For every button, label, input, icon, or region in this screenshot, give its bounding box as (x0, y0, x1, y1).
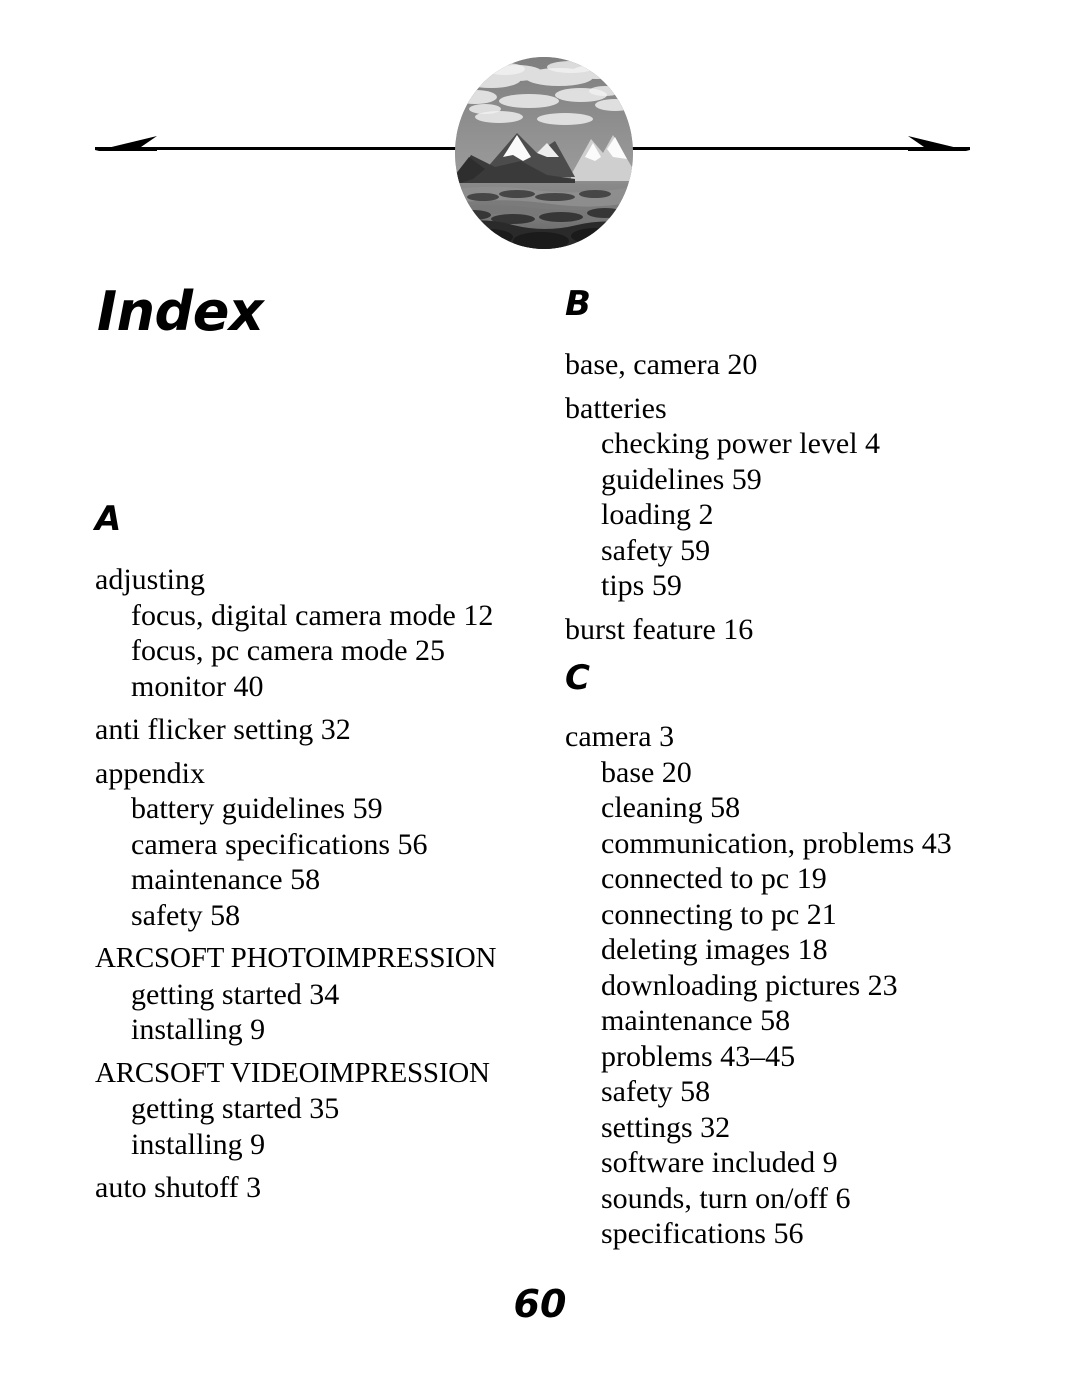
index-group: ARCSOFT VIDEOIMPRESSION getting started … (95, 1056, 525, 1163)
index-entry: deleting images 18 (601, 933, 828, 966)
arrow-left-icon (95, 131, 157, 153)
index-entry: safety 58 (601, 1075, 711, 1108)
index-group: adjusting focus, digital camera mode 12 … (95, 562, 525, 704)
index-entry: software included 9 (601, 1146, 838, 1179)
index-entry: appendix (95, 756, 205, 790)
index-entry: burst feature 16 (565, 612, 754, 646)
index-group: ARCSOFT PHOTOIMPRESSION getting started … (95, 941, 525, 1048)
index-entry: connected to pc 19 (601, 862, 827, 895)
index-entry: base 20 (601, 755, 692, 789)
index-entry: monitor 40 (131, 669, 264, 703)
index-entry: sounds, turn on/off 6 (601, 1181, 851, 1215)
index-column-left: A adjusting focus, digital camera mode 1… (95, 500, 525, 1206)
section-letter-a: A (95, 499, 122, 539)
index-entry: connecting to pc 21 (601, 897, 837, 931)
index-entry: safety 58 (131, 898, 241, 932)
index-entry: batteries (565, 391, 667, 425)
page-number: 60 (513, 1282, 567, 1326)
index-entry: checking power level 4 (601, 427, 881, 460)
index-entry: tips 59 (601, 569, 682, 602)
section-letter-c: C (565, 658, 590, 698)
index-entry: cleaning 58 (601, 791, 741, 824)
index-group: camera 3 base 20 cleaning 58 communicati… (565, 719, 1010, 1252)
index-entry: maintenance 58 (601, 1004, 791, 1037)
index-entry: base, camera 20 (565, 348, 758, 381)
index-group: appendix battery guidelines 59 camera sp… (95, 756, 525, 934)
index-entry: getting started 34 (131, 977, 340, 1011)
index-entry: safety 59 (601, 533, 711, 567)
index-group: batteries checking power level 4 guideli… (565, 391, 1010, 604)
index-group: auto shutoff 3 (95, 1170, 525, 1206)
index-entry: maintenance 58 (131, 863, 321, 896)
index-entry: guidelines 59 (601, 462, 762, 496)
index-group: burst feature 16 (565, 612, 1010, 648)
page-header-ornament (0, 0, 1080, 265)
index-entry: focus, digital camera mode 12 (131, 598, 494, 632)
index-entry: anti flicker setting 32 (95, 713, 351, 746)
arrow-right-icon (908, 131, 970, 153)
index-entry: battery guidelines 59 (131, 792, 383, 825)
index-column-right: B base, camera 20 batteries checking pow… (565, 285, 1010, 1252)
index-entry: ARCSOFT PHOTOIMPRESSION (95, 942, 497, 974)
page-title: Index (97, 280, 264, 343)
mountain-landscape-photo (455, 57, 633, 249)
index-entry: installing 9 (131, 1127, 266, 1161)
index-entry: downloading pictures 23 (601, 968, 898, 1002)
section-letter-b: B (565, 284, 591, 324)
index-entry: settings 32 (601, 1110, 731, 1144)
index-group: base, camera 20 (565, 347, 1010, 383)
index-entry: focus, pc camera mode 25 (131, 634, 446, 667)
index-group: anti flicker setting 32 (95, 712, 525, 748)
index-entry: installing 9 (131, 1013, 266, 1046)
index-entry: camera 3 (565, 720, 675, 753)
index-entry: loading 2 (601, 498, 714, 531)
index-entry: camera specifications 56 (131, 827, 428, 861)
index-entry: communication, problems 43 (601, 826, 952, 860)
index-entry: auto shutoff 3 (95, 1171, 262, 1204)
index-entry: getting started 35 (131, 1092, 340, 1125)
index-entry: problems 43–45 (601, 1039, 796, 1073)
index-entry: specifications 56 (601, 1217, 804, 1250)
index-entry: adjusting (95, 563, 205, 596)
index-entry: ARCSOFT VIDEOIMPRESSION (95, 1056, 490, 1089)
